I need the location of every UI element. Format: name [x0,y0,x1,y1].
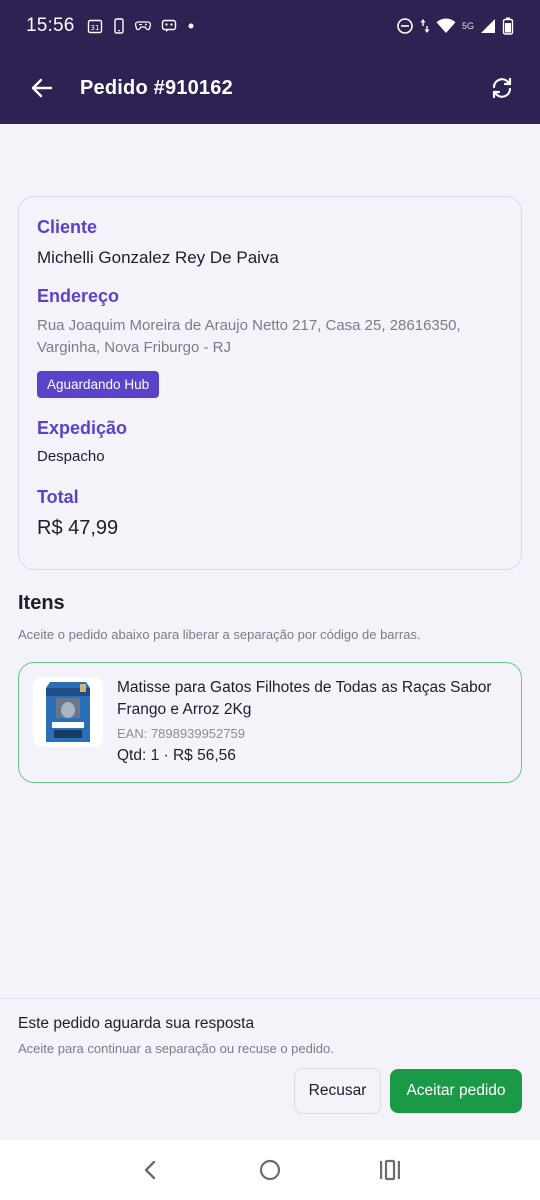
battery-icon [502,17,514,35]
status-system-icons: 5G [396,17,514,35]
nav-recents-button[interactable] [370,1150,410,1190]
home-circle-icon [259,1159,281,1181]
nav-back-button[interactable] [130,1150,170,1190]
refresh-icon [492,77,512,99]
items-title: Itens [18,592,65,614]
arrow-left-icon [31,78,53,98]
gamepad-icon [134,19,151,33]
product-image [33,677,103,747]
total-value: R$ 47,99 [37,517,119,539]
response-panel: Este pedido aguarda sua resposta Aceite … [0,998,540,1140]
refuse-button[interactable]: Recusar [294,1068,381,1114]
calendar-icon: 31 [87,18,103,34]
address-value: Rua Joaquim Moreira de Araujo Netto 217,… [37,317,461,356]
system-nav-bar [0,1140,540,1200]
accept-order-button[interactable]: Aceitar pedido [390,1069,522,1113]
recents-icon [380,1159,400,1181]
response-title: Este pedido aguarda sua resposta [18,1015,255,1032]
network-type-label: 5G [461,21,474,31]
item-info: Matisse para Gatos Filhotes de Todas as … [117,677,507,768]
shipping-value: Despacho [37,448,105,465]
shipping-label: Expedição [37,418,128,438]
nav-home-button[interactable] [250,1150,290,1190]
order-details-card: Cliente Michelli Gonzalez Rey De Paiva E… [18,196,522,570]
app-bar: Pedido #910162 [0,52,540,124]
client-name: Michelli Gonzalez Rey De Paiva [37,248,279,267]
items-hint: Aceite o pedido abaixo para liberar a se… [18,627,421,642]
response-subtitle: Aceite para continuar a separação ou rec… [18,1041,334,1056]
page-title: Pedido #910162 [80,76,233,99]
phone-icon [113,18,125,34]
chevron-left-icon [144,1160,156,1180]
back-button[interactable] [28,74,56,102]
status-badge: Aguardando Hub [37,371,160,398]
refresh-button[interactable] [486,72,518,104]
dot-icon [187,22,195,30]
wifi-icon [436,18,456,34]
item-qty-price: Qtd: 1 · R$ 56,56 [117,747,236,764]
do-not-disturb-icon [396,17,414,35]
signal-icon [480,18,496,34]
response-actions: Recusar Aceitar pedido [294,1068,522,1114]
svg-text:31: 31 [90,24,99,32]
message-icon [161,19,177,33]
address-label: Endereço [37,286,120,306]
total-label: Total [37,487,79,507]
list-item[interactable]: Matisse para Gatos Filhotes de Todas as … [18,662,522,783]
item-ean: EAN: 7898939952759 [117,726,245,741]
status-time: 15:56 [26,15,75,36]
cat-food-bag-icon [46,682,90,742]
client-label: Cliente [37,217,98,237]
status-bar: 15:56 31 5G [0,0,540,52]
status-notification-icons: 31 [87,18,195,34]
item-name: Matisse para Gatos Filhotes de Todas as … [117,679,492,718]
data-arrows-icon [420,18,430,34]
app-screen: 15:56 31 5G Pedido #910162 Cliente Miche… [0,0,540,1200]
